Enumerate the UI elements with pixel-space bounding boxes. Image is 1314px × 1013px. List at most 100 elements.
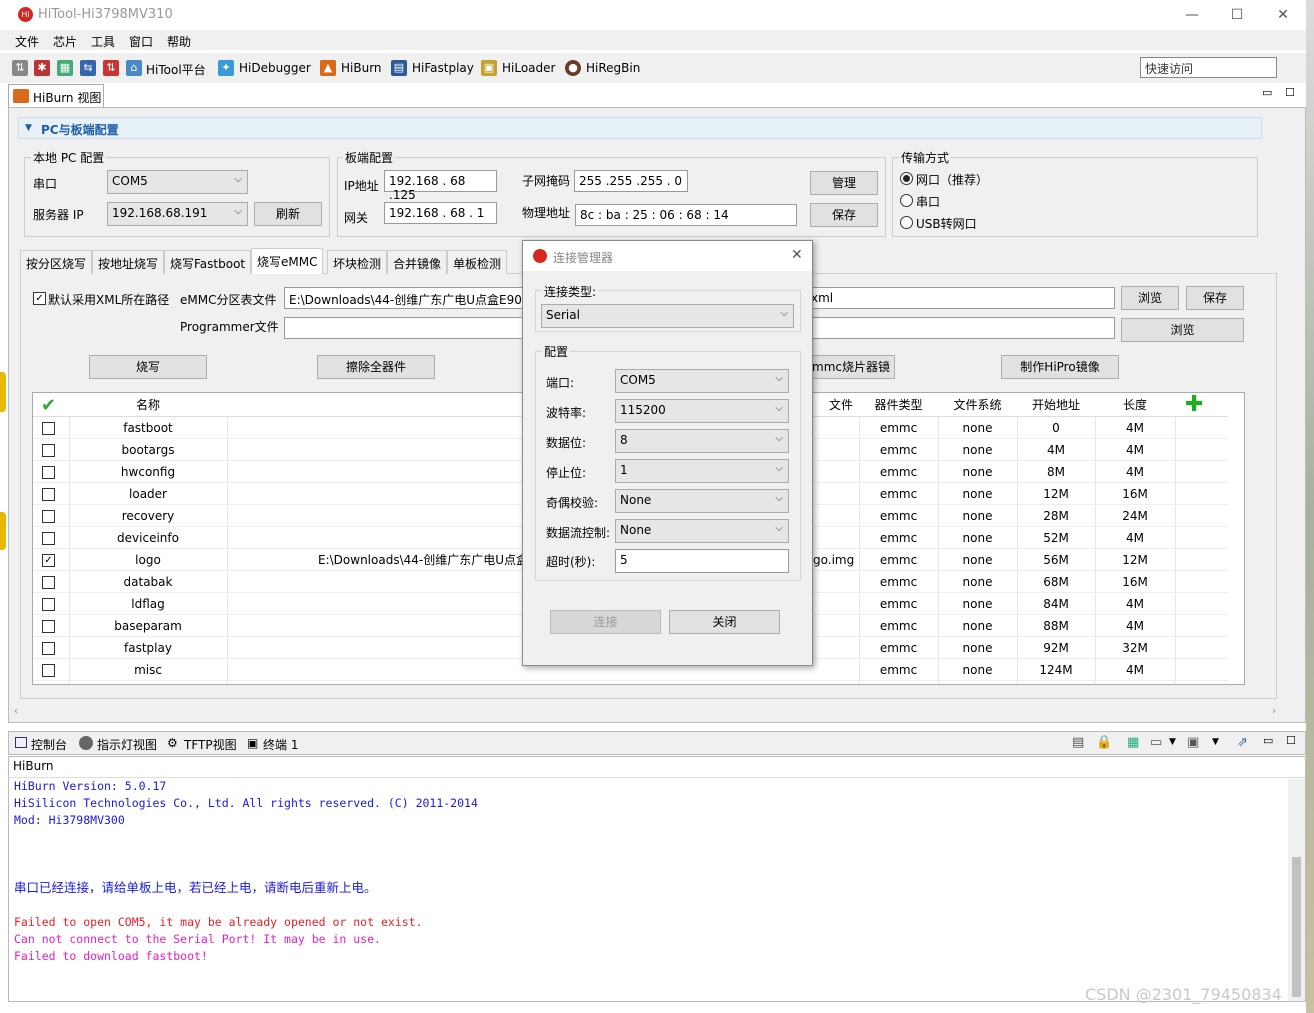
row-checkbox[interactable]: [42, 576, 55, 589]
console-output[interactable]: HiBurn HiBurn Version: 5.0.17 HiSilicon …: [8, 756, 1306, 1002]
row-checkbox[interactable]: [42, 664, 55, 677]
menu-file[interactable]: 文件: [15, 33, 39, 50]
tab-badblock[interactable]: 坏块检测: [327, 250, 388, 274]
export-icon[interactable]: ⇗: [1237, 735, 1248, 750]
server-ip-select[interactable]: 192.168.68.191 ⌵: [107, 202, 248, 226]
row-checkbox[interactable]: [42, 466, 55, 479]
tool-5-icon[interactable]: ⇅: [103, 60, 119, 76]
scroll-lock-icon[interactable]: 🔒: [1096, 735, 1112, 750]
connect-button[interactable]: 连接: [550, 610, 661, 634]
clear-console-icon[interactable]: ▤: [1072, 735, 1084, 750]
scroll-right-icon[interactable]: ›: [1272, 706, 1276, 717]
port-select[interactable]: COM5 ⌵: [615, 369, 789, 393]
row-checkbox[interactable]: [42, 510, 55, 523]
tab-board-check[interactable]: 单板检测: [447, 250, 508, 274]
erase-all-button[interactable]: 擦除全器件: [317, 355, 435, 379]
hidebugger-button[interactable]: HiDebugger: [239, 61, 311, 75]
row-checkbox[interactable]: [42, 642, 55, 655]
row-checkbox[interactable]: [42, 444, 55, 457]
view-minimize-button[interactable]: ▭: [1262, 86, 1272, 99]
ip-field[interactable]: 192.168 . 68 .125: [384, 170, 497, 202]
gateway-field[interactable]: 192.168 . 68 . 1: [384, 202, 497, 224]
hiburn-button[interactable]: HiBurn: [341, 61, 382, 75]
tool-2-icon[interactable]: ✱: [34, 60, 50, 76]
burn-icon[interactable]: ▲: [320, 60, 336, 76]
dialog-close-icon[interactable]: ✕: [791, 247, 803, 263]
burn-button[interactable]: 烧写: [89, 355, 207, 379]
pin-console-icon[interactable]: ▦: [1127, 735, 1139, 750]
open-console-icon[interactable]: ▣: [1187, 735, 1199, 750]
hitool-platform-button[interactable]: HiTool平台: [146, 61, 206, 78]
menu-window[interactable]: 窗口: [129, 33, 153, 50]
tab-console[interactable]: 控制台: [31, 736, 67, 753]
home-icon[interactable]: ⌂: [126, 60, 142, 76]
row-checkbox[interactable]: [42, 598, 55, 611]
row-checkbox[interactable]: [42, 620, 55, 633]
row-checkbox[interactable]: [42, 532, 55, 545]
mask-field[interactable]: 255 .255 .255 . 0: [574, 170, 688, 192]
regbin-icon[interactable]: ●: [565, 60, 581, 76]
tab-indicator-view[interactable]: 指示灯视图: [97, 736, 157, 753]
refresh-button[interactable]: 刷新: [254, 202, 322, 226]
tab-fastboot-burn[interactable]: 烧写Fastboot: [164, 250, 252, 274]
data-bits-select[interactable]: 8 ⌵: [615, 429, 789, 453]
close-dialog-button[interactable]: 关闭: [669, 610, 780, 634]
fastplay-icon[interactable]: ▤: [391, 60, 407, 76]
maximize-button[interactable]: ☐: [1222, 4, 1252, 26]
close-button[interactable]: ✕: [1268, 4, 1298, 26]
add-row-icon[interactable]: ✚: [1185, 393, 1203, 417]
tool-3-icon[interactable]: ▦: [57, 60, 73, 76]
chevron-down-icon[interactable]: ▼: [1169, 737, 1176, 747]
row-checkbox[interactable]: [42, 422, 55, 435]
serial-select[interactable]: COM5 ⌵: [107, 170, 248, 194]
row-checkbox[interactable]: ✓: [42, 554, 55, 567]
quick-access-input[interactable]: 快速访问: [1140, 57, 1277, 78]
tab-emmc-burn[interactable]: 烧写eMMC: [251, 248, 324, 274]
tab-merge-image[interactable]: 合并镜像: [387, 250, 448, 274]
debugger-icon[interactable]: ✦: [218, 60, 234, 76]
check-all-icon[interactable]: ✔: [41, 395, 56, 416]
tab-tftp-view[interactable]: TFTP视图: [184, 736, 237, 753]
save-partition-button[interactable]: 保存: [1186, 286, 1244, 310]
chevron-down-icon[interactable]: ▼: [1212, 737, 1219, 747]
minimize-button[interactable]: —: [1177, 4, 1207, 26]
hifastplay-button[interactable]: HiFastplay: [412, 61, 474, 75]
timeout-field[interactable]: 5: [615, 549, 789, 573]
loader-icon[interactable]: ▣: [481, 60, 497, 76]
row-checkbox[interactable]: [42, 488, 55, 501]
console-scroll-thumb[interactable]: [1292, 857, 1301, 997]
hiregbin-button[interactable]: HiRegBin: [586, 61, 640, 75]
conn-type-select[interactable]: Serial ⌵: [541, 304, 794, 328]
transfer-usb-radio[interactable]: [900, 216, 913, 229]
browse-programmer-button[interactable]: 浏览: [1121, 318, 1244, 342]
flow-control-select[interactable]: None ⌵: [615, 519, 789, 543]
emmc-image-button[interactable]: mmc烧片器镜像: [805, 355, 895, 379]
console-maximize-button[interactable]: ☐: [1286, 734, 1296, 747]
scroll-left-icon[interactable]: ‹: [14, 706, 18, 717]
xml-default-checkbox[interactable]: ✓: [33, 292, 46, 305]
tool-1-icon[interactable]: ⇅: [12, 60, 28, 76]
tab-address-burn[interactable]: 按地址烧写: [92, 250, 165, 274]
view-maximize-button[interactable]: ☐: [1285, 86, 1295, 99]
hiburn-view-tab[interactable]: HiBurn 视图: [8, 84, 104, 108]
parity-select[interactable]: None ⌵: [615, 489, 789, 513]
console-scrollbar[interactable]: [1288, 779, 1305, 1001]
pc-board-config-header[interactable]: ▼ PC与板端配置: [18, 117, 1262, 139]
tool-4-icon[interactable]: ⇆: [80, 60, 96, 76]
browse-partition-button[interactable]: 浏览: [1121, 286, 1179, 310]
display-console-icon[interactable]: ▭: [1150, 735, 1162, 750]
mac-field[interactable]: 8c : ba : 25 : 06 : 68 : 14: [575, 204, 797, 226]
transfer-network-radio[interactable]: [900, 172, 913, 185]
hipro-image-button[interactable]: 制作HiPro镜像: [1001, 355, 1119, 379]
menu-tools[interactable]: 工具: [91, 33, 115, 50]
tab-partition-burn[interactable]: 按分区烧写: [20, 250, 93, 274]
stop-bits-select[interactable]: 1 ⌵: [615, 459, 789, 483]
menu-chip[interactable]: 芯片: [53, 33, 77, 50]
save-board-button[interactable]: 保存: [810, 203, 878, 227]
hiloader-button[interactable]: HiLoader: [502, 61, 555, 75]
menu-help[interactable]: 帮助: [167, 33, 191, 50]
tab-terminal[interactable]: 终端 1: [263, 736, 298, 753]
console-minimize-button[interactable]: ▭: [1263, 734, 1273, 747]
baud-select[interactable]: 115200 ⌵: [615, 399, 789, 423]
transfer-serial-radio[interactable]: [900, 194, 913, 207]
